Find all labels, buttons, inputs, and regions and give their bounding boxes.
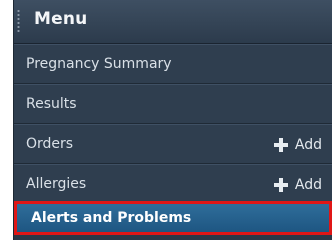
plus-icon: [273, 178, 288, 192]
add-label: Add: [294, 177, 322, 193]
menu-item-allergies[interactable]: Allergies Add: [14, 164, 332, 204]
menu-item-results[interactable]: Results: [14, 84, 332, 124]
menu-item-label: Orders: [26, 136, 74, 152]
add-label: Add: [294, 137, 322, 153]
plus-icon: [273, 138, 288, 152]
menu-header: Menu: [14, 0, 332, 44]
menu-item-pregnancy-summary[interactable]: Pregnancy Summary: [14, 44, 332, 84]
drag-grip-icon[interactable]: [17, 9, 20, 33]
menu-bottom-edge: [14, 235, 332, 240]
menu-item-orders[interactable]: Orders Add: [14, 124, 332, 164]
orders-add-button[interactable]: Add: [273, 135, 322, 155]
menu-item-label: Results: [26, 96, 77, 112]
menu-item-label: Pregnancy Summary: [26, 56, 172, 72]
menu-item-alerts-and-problems[interactable]: Alerts and Problems: [14, 201, 332, 235]
menu-item-label: Alerts and Problems: [31, 210, 192, 226]
menu-item-label: Allergies: [26, 176, 87, 192]
menu-panel: Menu Pregnancy Summary Results Orders Ad…: [13, 0, 332, 240]
allergies-add-button[interactable]: Add: [273, 175, 322, 195]
menu-title: Menu: [34, 9, 88, 29]
